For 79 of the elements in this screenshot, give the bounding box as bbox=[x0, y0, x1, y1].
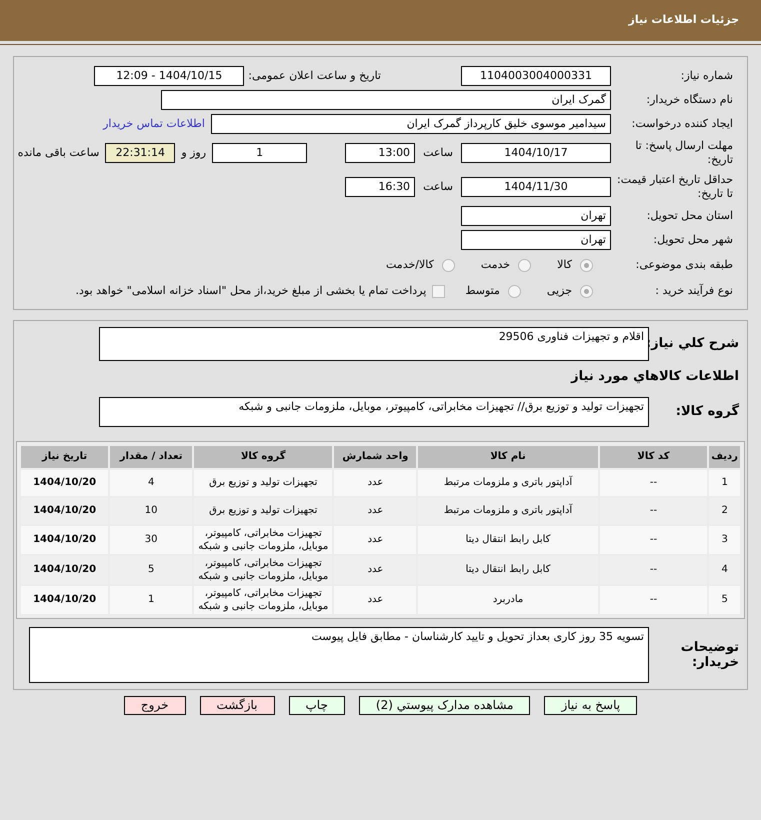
table-cell: -- bbox=[600, 586, 708, 614]
table-cell: -- bbox=[600, 526, 708, 554]
action-button[interactable]: خروج bbox=[124, 696, 186, 714]
province-field: تهران bbox=[461, 206, 611, 226]
need-number-field: 1104003004000331 bbox=[461, 66, 611, 86]
column-header: تعداد / مقدار bbox=[110, 446, 192, 468]
table-cell: تجهیزات تولید و توزیع برق bbox=[194, 470, 332, 496]
field-label: مهلت ارسال پاسخ: تا تاریخ: bbox=[634, 139, 733, 167]
radio-label: متوسط bbox=[465, 282, 500, 299]
radio-label: کالا bbox=[557, 256, 572, 273]
radio-label: خدمت bbox=[480, 256, 510, 273]
field-label: ساعت bbox=[423, 144, 453, 161]
radio-label: جزیی bbox=[546, 282, 572, 299]
action-button[interactable]: بازگشت bbox=[200, 696, 274, 714]
city-field: تهران bbox=[461, 230, 611, 250]
table-cell: عدد bbox=[334, 586, 416, 614]
field-label: حداقل تاریخ اعتبار قیمت: تا تاریخ: bbox=[616, 173, 733, 201]
field-label: شماره نیاز: bbox=[680, 68, 733, 84]
field-label: شهر محل تحویل: bbox=[652, 232, 733, 248]
radio-button[interactable] bbox=[518, 258, 532, 272]
buyer-field: گمرک ایران bbox=[161, 90, 611, 110]
column-header: ردیف bbox=[709, 446, 740, 468]
radio-button[interactable] bbox=[580, 258, 593, 272]
treasury-label: پرداخت تمام یا بخشی از مبلغ خرید،از محل "اسناد خزانه اسلامی" خواهد بود. bbox=[76, 282, 426, 299]
field-label: طبقه بندی موضوعی: bbox=[634, 256, 733, 273]
table-cell: 5 bbox=[709, 586, 740, 614]
section-title: اطلاعات کالاهاي مورد نیاز bbox=[570, 368, 740, 386]
column-header: کد کالا bbox=[600, 446, 708, 468]
radio-button[interactable] bbox=[442, 258, 455, 272]
field-label: تاریخ و ساعت اعلان عمومی: bbox=[248, 68, 381, 84]
column-header: نام کالا bbox=[418, 446, 598, 468]
table-cell: 1404/10/20 bbox=[21, 470, 108, 496]
field-label: استان محل تحویل: bbox=[646, 208, 733, 224]
field-label: نام دستگاه خریدار: bbox=[645, 92, 733, 108]
buyer-contact-link[interactable]: اطلاعات تماس خریدار bbox=[103, 116, 205, 132]
field-label: ساعت باقی مانده bbox=[18, 144, 100, 161]
field-label: ایجاد کننده درخواست: bbox=[630, 116, 733, 132]
table-cell: -- bbox=[600, 470, 708, 496]
deadline-time-field: 13:00 bbox=[345, 143, 416, 163]
validity-time-field: 16:30 bbox=[345, 177, 416, 197]
table-cell: 1 bbox=[709, 470, 740, 496]
description-field: اقلام و تجهیزات فناوری 29506 bbox=[99, 327, 649, 361]
validity-date-field: 1404/11/30 bbox=[461, 177, 611, 197]
radio-button[interactable] bbox=[580, 284, 593, 298]
table-cell: عدد bbox=[334, 526, 416, 554]
table-cell: 3 bbox=[709, 526, 740, 554]
radio-button[interactable] bbox=[508, 284, 521, 298]
table-cell: 4 bbox=[110, 470, 192, 496]
column-header: تاریخ نیاز bbox=[21, 446, 108, 468]
notes-field: تسویه 35 روز کاری بعداز تحویل و تایید کارشناسان - مطابق فایل پیوست bbox=[29, 626, 649, 682]
field-label: توضیحات خریدار: bbox=[680, 640, 739, 670]
action-button[interactable]: چاپ bbox=[288, 696, 345, 714]
field-label: روز و bbox=[181, 144, 206, 161]
action-button[interactable]: پاسخ به نیاز bbox=[544, 696, 638, 714]
remaining-time-field: 22:31:14 bbox=[105, 143, 176, 163]
table-cell: کابل رابط انتقال دیتا bbox=[418, 526, 598, 554]
announce-date-field: 1404/10/15 - 12:09 bbox=[94, 66, 244, 86]
field-label: گروه کالا: bbox=[674, 402, 739, 421]
radio-label: کالا/خدمت bbox=[386, 256, 434, 273]
goods-group-field: تجهیزات تولید و توزیع برق// تجهیزات مخابراتی، کامپیوتر، موبایل، ملزومات جانبی و شبکه bbox=[99, 396, 649, 426]
action-button[interactable]: مشاهده مدارک پیوستي (2) bbox=[358, 696, 530, 714]
column-header: واحد شمارش bbox=[334, 446, 416, 468]
table-cell: 1404/10/20 bbox=[21, 586, 108, 614]
table-cell: آداپتور باتری و ملزومات مرتبط bbox=[418, 470, 598, 496]
field-label: نوع فرآیند خرید : bbox=[654, 282, 733, 299]
table-cell: تجهیزات مخابراتی، کامپیوتر، موبایل، ملزومات جانبی و شبکه bbox=[194, 526, 332, 554]
column-header: گروه کالا bbox=[194, 446, 332, 468]
page-title: جزئیات اطلاعات نیاز bbox=[628, 12, 739, 28]
table-cell: 1404/10/20 bbox=[21, 526, 108, 554]
table-cell: 1 bbox=[110, 586, 192, 614]
table-cell: تجهیزات مخابراتی، کامپیوتر، موبایل، ملزومات جانبی و شبکه bbox=[194, 586, 332, 614]
creator-field: سیدامیر موسوی خلیق کارپرداز گمرک ایران bbox=[211, 114, 611, 134]
days-field: 1 bbox=[212, 143, 308, 163]
field-label: ساعت bbox=[423, 178, 453, 195]
table-cell: 30 bbox=[110, 526, 192, 554]
treasury-checkbox[interactable] bbox=[432, 284, 446, 298]
table-cell: عدد bbox=[334, 470, 416, 496]
deadline-date-field: 1404/10/17 bbox=[461, 143, 611, 163]
table-cell: مادربرد bbox=[418, 586, 598, 614]
